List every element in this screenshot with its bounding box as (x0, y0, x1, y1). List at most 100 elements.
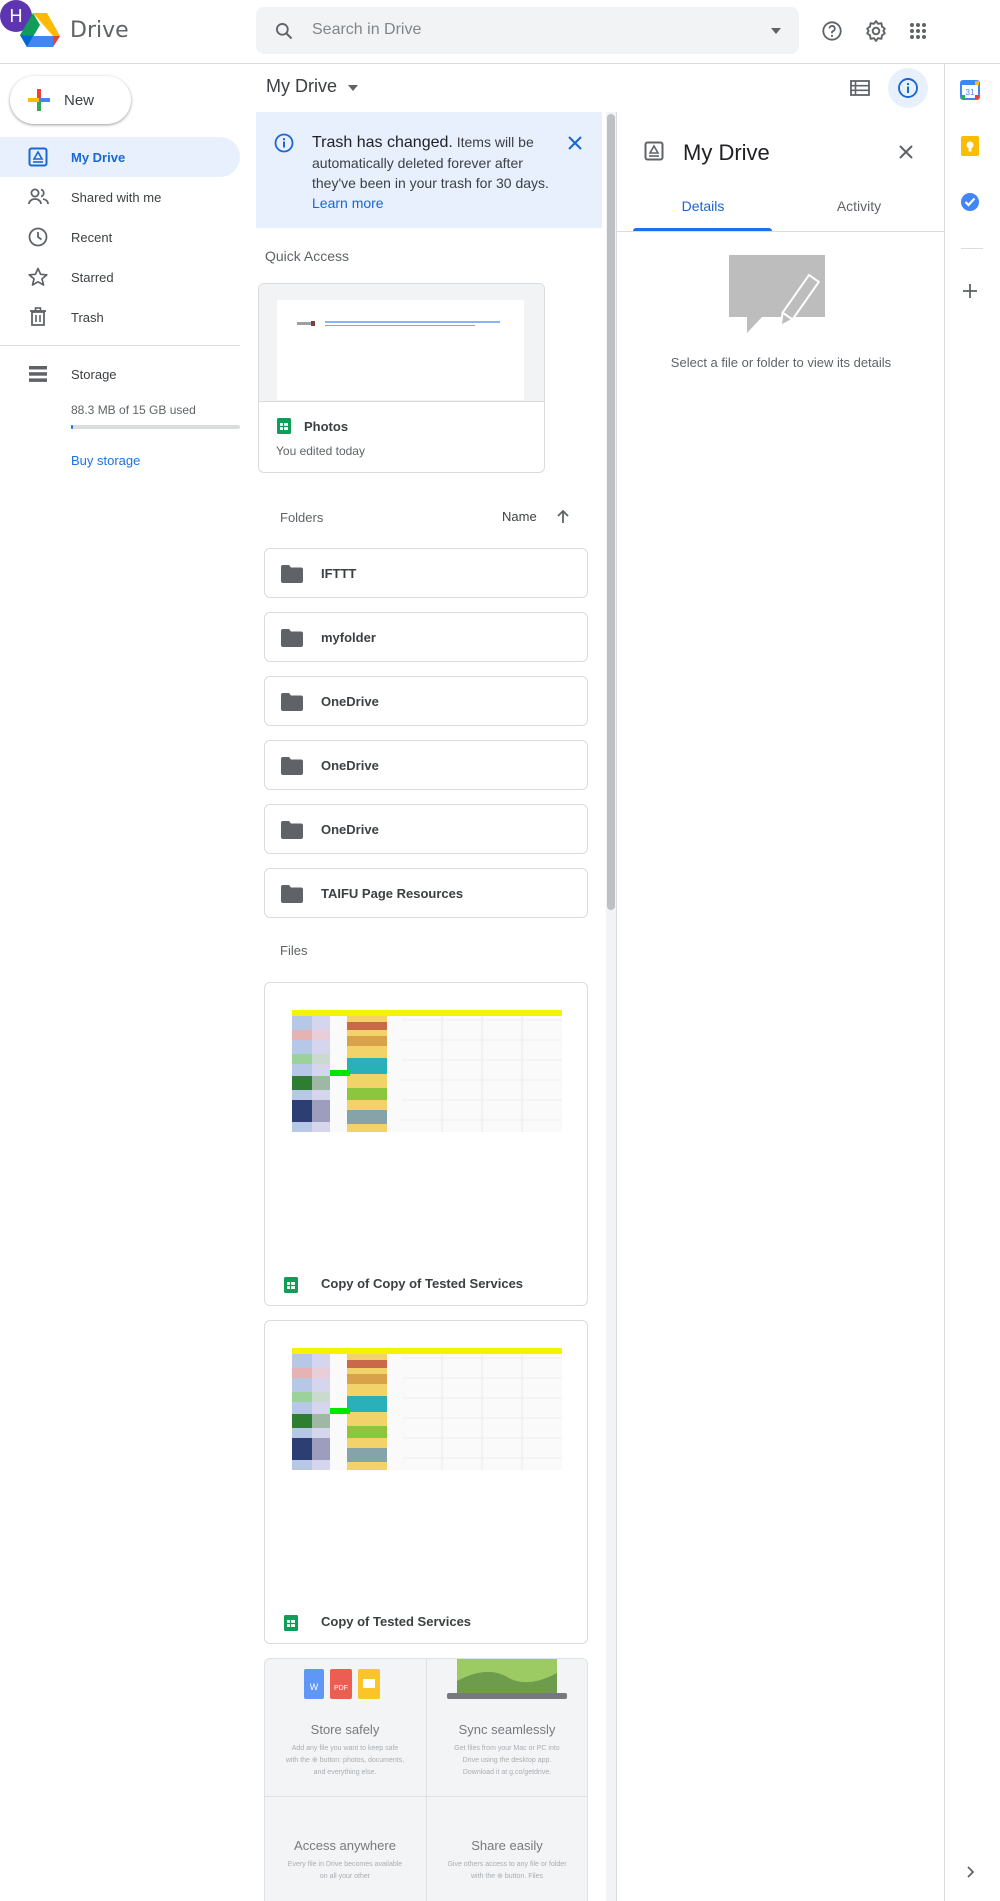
storage-progress-fill (71, 425, 73, 429)
quick-access-file-name: Photos (304, 419, 349, 434)
tab-activity[interactable]: Activity (789, 198, 929, 214)
current-folder-title[interactable]: My Drive (266, 76, 337, 97)
svg-text:W: W (310, 1682, 319, 1692)
tasks-icon[interactable] (960, 192, 984, 216)
tip-description: Every file in Drive becomes available on… (287, 1861, 403, 1880)
sidebar-divider (0, 345, 240, 346)
folder-item[interactable]: OneDrive (264, 676, 588, 726)
expand-side-panel-chevron-icon[interactable] (967, 1866, 981, 1880)
details-panel: My Drive Details Activity Select a file … (616, 112, 945, 1901)
file-types-illustration: W PDF (304, 1669, 380, 1699)
file-card[interactable]: Copy of Tested Services (264, 1320, 588, 1644)
tip-title: Access anywhere (294, 1838, 396, 1853)
calendar-icon[interactable]: 31 (960, 80, 984, 104)
search-bar[interactable]: Search in Drive (256, 7, 799, 54)
my-drive-icon (28, 147, 48, 167)
sidebar-item-label: My Drive (71, 149, 126, 165)
tab-details[interactable]: Details (633, 198, 773, 214)
sidebar-item-shared-with-me[interactable]: Shared with me (0, 177, 240, 217)
folder-icon (281, 821, 303, 839)
svg-text:PDF: PDF (334, 1685, 348, 1692)
apps-grid-icon[interactable] (898, 11, 938, 51)
add-addon-plus-icon[interactable] (963, 284, 981, 302)
tip-description: Add any file you want to keep safe with … (285, 1745, 405, 1776)
spreadsheet-thumbnail (292, 1348, 562, 1470)
sort-ascending-arrow-icon[interactable] (557, 509, 569, 523)
folder-name: myfolder (321, 630, 376, 645)
trash-icon (30, 307, 46, 326)
drive-logo-icon (20, 13, 60, 47)
folder-name: OneDrive (321, 694, 379, 709)
storage-label: Storage (71, 366, 117, 382)
folders-heading: Folders (280, 510, 324, 525)
folder-item[interactable]: TAIFU Page Resources (264, 868, 588, 918)
help-icon[interactable] (812, 11, 852, 51)
list-view-icon[interactable] (840, 68, 880, 108)
sort-by-name-button[interactable]: Name (502, 509, 537, 524)
chevron-down-icon[interactable] (348, 85, 358, 91)
scrollbar-thumb[interactable] (607, 114, 615, 910)
file-card[interactable]: Copy of Copy of Tested Services (264, 982, 588, 1306)
learn-more-link[interactable]: Learn more (312, 195, 384, 211)
empty-details-message: Select a file or folder to view its deta… (670, 355, 892, 370)
sidebar-item-storage[interactable]: Storage (0, 354, 240, 394)
folder-item[interactable]: OneDrive (264, 740, 588, 790)
close-details-icon[interactable] (899, 145, 913, 159)
folder-name: OneDrive (321, 822, 379, 837)
sidebar-item-my-drive[interactable]: My Drive (0, 137, 240, 177)
sidebar-item-label: Starred (71, 269, 114, 285)
sidebar-item-label: Shared with me (71, 189, 162, 205)
file-name: Copy of Copy of Tested Services (321, 1276, 524, 1291)
tip-sync-seamlessly: Sync seamlessly Get files from your Mac … (427, 1659, 587, 1797)
keep-icon[interactable] (960, 136, 984, 160)
quick-access-card[interactable]: Photos You edited today (258, 283, 545, 473)
tip-description: Get files from your Mac or PC into Drive… (454, 1745, 560, 1776)
new-button-label: New (64, 91, 95, 109)
buy-storage-link[interactable]: Buy storage (71, 453, 140, 468)
storage-progress-bar (71, 425, 240, 429)
sidebar-item-label: Recent (71, 229, 113, 245)
search-options-icon[interactable] (770, 27, 782, 35)
sidebar-item-trash[interactable]: Trash (0, 297, 240, 337)
side-panel-rail: 31 (944, 64, 1000, 1901)
tip-access-anywhere: Access anywhere Every file in Drive beco… (265, 1797, 427, 1901)
star-icon (28, 267, 48, 286)
tip-title: Store safely (310, 1722, 380, 1737)
banner-message: Trash has changed. Items will be automat… (312, 132, 557, 213)
rail-divider (961, 248, 983, 249)
file-list-scrollbar[interactable] (606, 112, 616, 1901)
folder-item[interactable]: OneDrive (264, 804, 588, 854)
app-name: Drive (70, 17, 129, 43)
search-input[interactable]: Search in Drive (312, 21, 421, 39)
folder-item[interactable]: IFTTT (264, 548, 588, 598)
drive-logo[interactable]: Drive (20, 13, 129, 47)
clock-icon (28, 227, 48, 247)
folder-icon (281, 885, 303, 903)
laptop-illustration (447, 1659, 567, 1699)
search-icon[interactable] (274, 21, 294, 41)
close-icon[interactable] (568, 136, 582, 150)
quick-access-heading: Quick Access (265, 248, 350, 264)
sidebar-item-label: Trash (71, 309, 104, 325)
document-preview (277, 300, 524, 400)
folder-item[interactable]: myfolder (264, 612, 588, 662)
people-icon (28, 188, 49, 205)
sidebar-item-recent[interactable]: Recent (0, 217, 240, 257)
drive-tips-grid: W PDF Store safely Add any file you want… (264, 1658, 588, 1901)
sidebar-item-starred[interactable]: Starred (0, 257, 240, 297)
files-heading: Files (280, 943, 308, 958)
tip-share-easily: Share easily Give others access to any f… (427, 1797, 587, 1901)
tip-store-safely: W PDF Store safely Add any file you want… (265, 1659, 427, 1797)
folder-icon (281, 757, 303, 775)
new-button[interactable]: New (10, 76, 131, 124)
sheets-icon (284, 1615, 298, 1631)
trash-changed-banner: Trash has changed. Items will be automat… (256, 112, 602, 228)
folder-name: OneDrive (321, 758, 379, 773)
folder-name: TAIFU Page Resources (321, 886, 464, 901)
view-details-info-icon[interactable] (888, 68, 928, 108)
details-title: My Drive (683, 140, 770, 165)
drive-toolbar: My Drive (256, 64, 944, 112)
my-drive-icon (644, 141, 664, 161)
storage-usage-text: 88.3 MB of 15 GB used (71, 403, 196, 417)
settings-gear-icon[interactable] (856, 11, 896, 51)
